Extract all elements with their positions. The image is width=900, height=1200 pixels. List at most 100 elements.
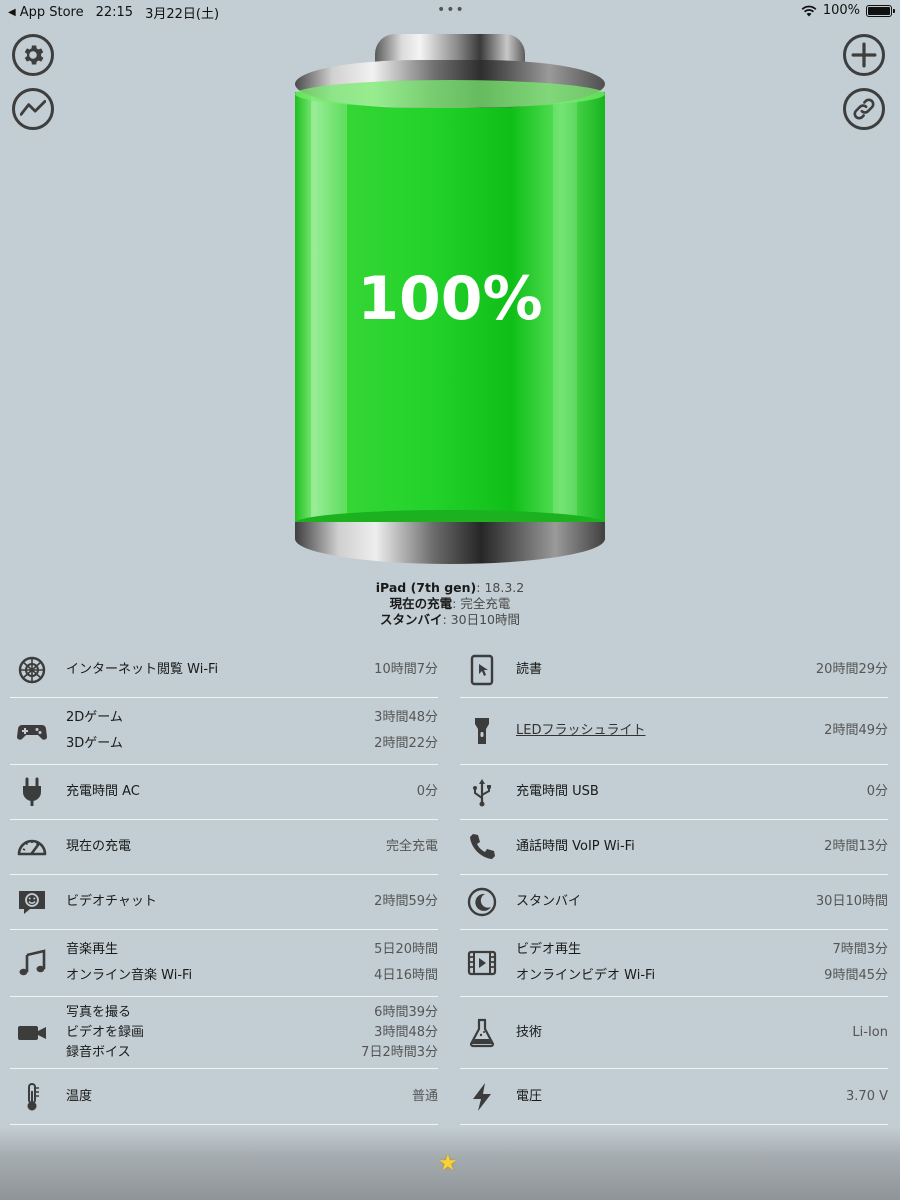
item-name: 電圧	[516, 1088, 543, 1104]
item-name: 通話時間 VoIP Wi-Fi	[516, 839, 635, 854]
multitask-dots-icon[interactable]: •••	[437, 2, 465, 18]
globe-icon	[14, 652, 50, 688]
item-name: スタンバイ	[516, 894, 582, 909]
thermometer-icon	[14, 1079, 50, 1115]
item-value: 6時間39分	[374, 1004, 438, 1020]
link-button[interactable]	[843, 88, 885, 130]
list-item: 電圧 3.70 V	[460, 1069, 888, 1125]
flask-icon	[464, 1015, 500, 1051]
battery-bottom-ring	[295, 522, 605, 564]
status-battery-icon	[866, 4, 895, 17]
current-charge-label: 現在の充電	[389, 596, 453, 611]
bolt-icon	[464, 1079, 500, 1115]
item-name: 写真を撮る	[66, 1004, 132, 1020]
list-item: 2Dゲーム 3時間48分 3Dゲーム 2時間22分	[10, 698, 438, 765]
item-value: 7時間3分	[832, 942, 888, 957]
moon-icon	[464, 884, 500, 920]
list-item: 充電時間 USB 0分	[460, 765, 888, 820]
music-note-icon	[14, 945, 50, 981]
item-value: 3時間48分	[374, 710, 438, 725]
settings-button[interactable]	[12, 34, 54, 76]
wifi-icon	[801, 5, 817, 16]
item-value: 0分	[416, 784, 438, 799]
standby-value: : 30日10時間	[442, 612, 521, 627]
status-date: 3月22日(土)	[145, 7, 220, 22]
item-value: 2時間59分	[374, 894, 438, 909]
item-value: 2時間22分	[374, 736, 438, 751]
video-chat-icon	[14, 884, 50, 920]
item-value: 10時間7分	[374, 662, 438, 677]
item-name: オンラインビデオ Wi-Fi	[516, 968, 656, 983]
list-item: インターネット閲覧 Wi-Fi 10時間7分	[10, 643, 438, 698]
item-name: 録音ボイス	[66, 1044, 131, 1060]
usage-list-right: 読書 20時間29分 LEDフラッシュライト 2時間49分 充電時間 USB 0分 通…	[460, 643, 888, 1125]
item-name: 温度	[66, 1088, 93, 1104]
list-item: ビデオ再生 7時間3分 オンラインビデオ Wi-Fi 9時間45分	[460, 930, 888, 997]
item-name: オンライン音楽 Wi-Fi	[66, 968, 193, 983]
item-value: 普通	[411, 1088, 438, 1104]
line-chart-icon	[20, 100, 46, 116]
list-item: 現在の充電 完全充電	[10, 820, 438, 875]
item-value: 2時間13分	[824, 839, 888, 854]
item-value: 3時間48分	[374, 1024, 438, 1040]
item-name: 2Dゲーム	[66, 710, 123, 725]
stats-chart-button[interactable]	[12, 88, 54, 130]
phone-icon	[464, 829, 500, 865]
battery-percent-label: 100%	[357, 264, 543, 334]
item-name: ビデオを録画	[66, 1024, 145, 1040]
gauge-icon	[14, 829, 50, 865]
plug-icon	[14, 774, 50, 810]
item-name: 技術	[516, 1024, 543, 1040]
item-value: 0分	[866, 784, 888, 799]
film-icon	[464, 945, 500, 981]
list-item: 技術 Li-Ion	[460, 997, 888, 1069]
bottom-bar: ★	[0, 1126, 900, 1200]
add-button[interactable]	[843, 34, 885, 76]
item-value: 2時間49分	[824, 723, 888, 738]
camera-icon	[14, 1015, 50, 1051]
current-charge-value: : 完全充電	[452, 596, 511, 611]
device-os-version: : 18.3.2	[476, 580, 525, 595]
gear-icon	[24, 45, 44, 65]
item-value: 完全充電	[385, 839, 438, 854]
battery-liquid-surface	[295, 80, 605, 108]
battery-gauge: 100%	[295, 34, 605, 564]
item-name: 読書	[516, 662, 543, 677]
item-name: 充電時間 USB	[516, 784, 599, 799]
item-value: 5日20時間	[374, 942, 438, 957]
back-app-link[interactable]: App Store	[20, 5, 84, 20]
back-arrow-icon[interactable]: ◀	[8, 7, 16, 18]
list-item: 充電時間 AC 0分	[10, 765, 438, 820]
usb-icon	[464, 774, 500, 810]
plus-icon	[851, 42, 877, 68]
list-item: 写真を撮る 6時間39分 ビデオを録画 3時間48分 録音ボイス 7日2時間3分	[10, 997, 438, 1069]
star-icon[interactable]: ★	[438, 1151, 458, 1176]
flashlight-link[interactable]: LEDフラッシュライト	[516, 718, 645, 744]
standby-label: スタンバイ	[379, 612, 443, 627]
item-value: 3.70 V	[846, 1088, 888, 1104]
item-name: 3Dゲーム	[66, 736, 123, 751]
list-item: 音楽再生 5日20時間 オンライン音楽 Wi-Fi 4日16時間	[10, 930, 438, 997]
gamepad-icon	[14, 713, 50, 749]
item-name: インターネット閲覧 Wi-Fi	[66, 662, 219, 677]
link-icon	[853, 98, 875, 120]
list-item: 通話時間 VoIP Wi-Fi 2時間13分	[460, 820, 888, 875]
item-name: 現在の充電	[66, 839, 132, 854]
status-battery-percent: 100%	[822, 3, 860, 18]
status-bar: ◀ App Store 22:15 3月22日(土) ••• 100%	[0, 0, 900, 22]
item-value: 20時間29分	[815, 662, 888, 677]
item-name: 充電時間 AC	[66, 784, 140, 799]
item-value: Li-Ion	[852, 1024, 888, 1040]
item-value: 30日10時間	[815, 894, 888, 909]
item-value: 9時間45分	[824, 968, 888, 983]
item-value: 7日2時間3分	[361, 1044, 438, 1060]
item-name: ビデオ再生	[516, 942, 582, 957]
tablet-icon	[464, 652, 500, 688]
device-model: iPad (7th gen)	[375, 580, 477, 595]
device-info: iPad (7th gen): 18.3.2 現在の充電: 完全充電 スタンバイ…	[0, 580, 900, 628]
status-time: 22:15	[95, 5, 134, 20]
item-value: 4日16時間	[374, 968, 438, 983]
list-item: 読書 20時間29分	[460, 643, 888, 698]
list-item: 温度 普通	[10, 1069, 438, 1125]
list-item: LEDフラッシュライト 2時間49分	[460, 698, 888, 765]
